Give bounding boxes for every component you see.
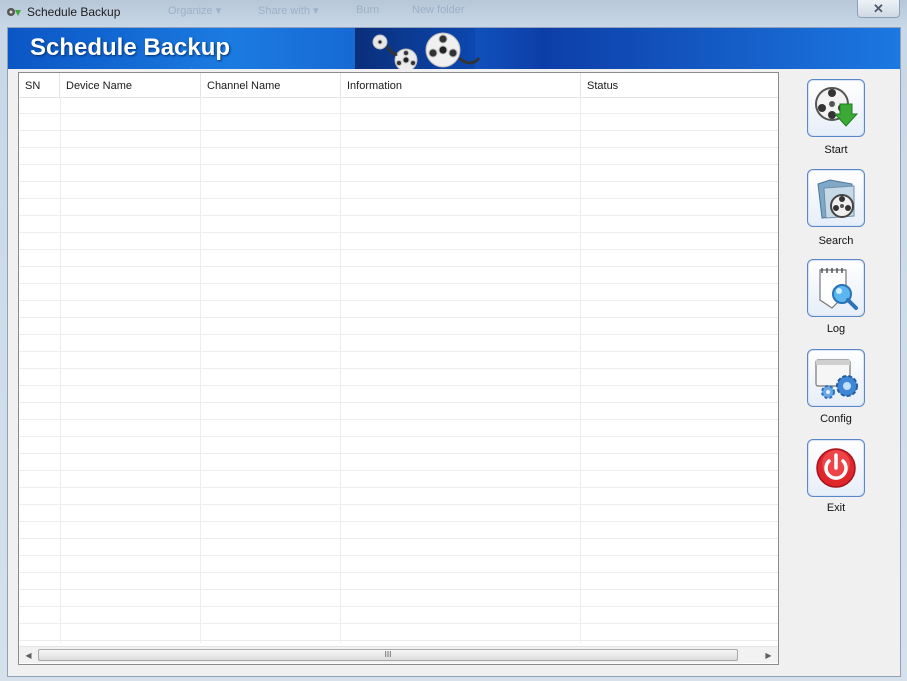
- window-title: Schedule Backup: [27, 5, 121, 19]
- background-menu-burn: Burn: [356, 4, 380, 16]
- table-row[interactable]: [19, 573, 778, 590]
- table-row[interactable]: [19, 318, 778, 335]
- table-row[interactable]: [19, 216, 778, 233]
- table-row[interactable]: [19, 97, 778, 114]
- power-icon: [816, 448, 856, 488]
- scroll-right-button[interactable]: ▶: [760, 647, 777, 663]
- table-row[interactable]: [19, 148, 778, 165]
- title-bar[interactable]: Organize ▾ Share with ▾ Burn New folder …: [0, 0, 907, 26]
- notepad-magnifier-icon: [819, 268, 858, 310]
- scroll-left-button[interactable]: ◀: [20, 647, 37, 663]
- film-reel-download-icon: [815, 87, 859, 127]
- table-row[interactable]: [19, 624, 778, 641]
- column-header-information[interactable]: Information: [341, 73, 581, 97]
- table-row[interactable]: [19, 233, 778, 250]
- table-row[interactable]: [19, 556, 778, 573]
- table-row[interactable]: [19, 267, 778, 284]
- table-row[interactable]: [19, 403, 778, 420]
- exit-button[interactable]: [807, 439, 865, 497]
- background-menu-organize: Organize ▾: [168, 5, 222, 17]
- table-row[interactable]: [19, 454, 778, 471]
- table-row[interactable]: [19, 352, 778, 369]
- table-row[interactable]: [19, 386, 778, 403]
- column-header-device-name[interactable]: Device Name: [60, 73, 201, 97]
- folder-film-reel-icon: [817, 179, 855, 219]
- close-icon: ✕: [873, 0, 884, 16]
- table-row[interactable]: [19, 505, 778, 522]
- table-row[interactable]: [19, 539, 778, 556]
- search-label: Search: [818, 235, 854, 247]
- horizontal-scrollbar[interactable]: ◀ III ▶: [19, 646, 778, 663]
- config-label: Config: [820, 413, 852, 425]
- table-row[interactable]: [19, 114, 778, 131]
- scroll-thumb[interactable]: III: [38, 649, 738, 661]
- log-button[interactable]: [807, 259, 865, 317]
- film-reels-graphic: [372, 32, 481, 69]
- background-menu-share: Share with ▾: [258, 5, 319, 17]
- table-row[interactable]: [19, 607, 778, 624]
- table-row[interactable]: [19, 284, 778, 301]
- column-header-status[interactable]: Status: [581, 73, 778, 97]
- column-divider: [580, 97, 581, 643]
- start-button[interactable]: [807, 79, 865, 137]
- window-gears-icon: [815, 359, 858, 399]
- column-divider: [60, 97, 61, 643]
- table-row[interactable]: [19, 437, 778, 454]
- table-row[interactable]: [19, 488, 778, 505]
- schedule-backup-window: Organize ▾ Share with ▾ Burn New folder …: [0, 0, 907, 681]
- table-row[interactable]: [19, 522, 778, 539]
- banner-title: Schedule Backup: [30, 34, 231, 61]
- table-row[interactable]: [19, 590, 778, 607]
- table-row[interactable]: [19, 165, 778, 182]
- close-button[interactable]: ✕: [857, 0, 900, 18]
- app-icon: [7, 8, 21, 16]
- table-row[interactable]: [19, 301, 778, 318]
- column-header-channel-name[interactable]: Channel Name: [201, 73, 341, 97]
- log-label: Log: [826, 323, 846, 335]
- table-row[interactable]: [19, 182, 778, 199]
- table-row[interactable]: [19, 250, 778, 267]
- table-body[interactable]: [19, 97, 778, 643]
- client-area: Schedule Backup SN Device Name Channel N…: [7, 27, 901, 677]
- table-row[interactable]: [19, 420, 778, 437]
- search-button[interactable]: [807, 169, 865, 227]
- table-row[interactable]: [19, 199, 778, 216]
- table-row[interactable]: [19, 471, 778, 488]
- background-menu-new-folder: New folder: [412, 4, 465, 16]
- backup-task-table[interactable]: SN Device Name Channel Name Information …: [18, 72, 779, 665]
- header-banner: Schedule Backup: [8, 28, 900, 69]
- column-divider: [340, 97, 341, 643]
- column-header-sn[interactable]: SN: [19, 73, 60, 97]
- table-row[interactable]: [19, 335, 778, 352]
- table-row[interactable]: [19, 369, 778, 386]
- exit-label: Exit: [826, 502, 846, 514]
- column-divider: [200, 97, 201, 643]
- config-button[interactable]: [807, 349, 865, 407]
- table-row[interactable]: [19, 131, 778, 148]
- start-label: Start: [824, 144, 848, 156]
- table-header: SN Device Name Channel Name Information …: [19, 73, 778, 98]
